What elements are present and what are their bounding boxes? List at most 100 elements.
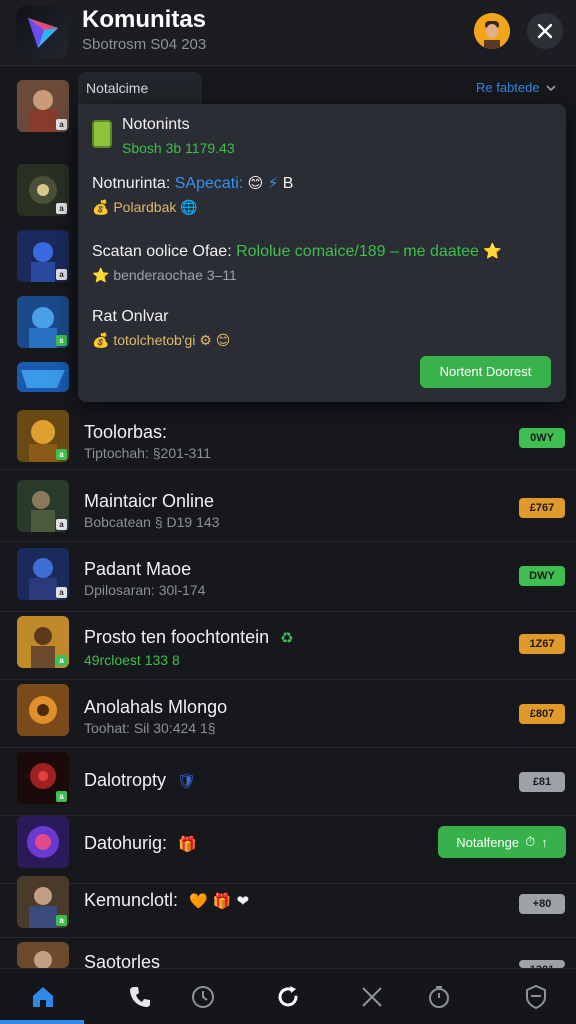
list-thumb <box>17 942 69 968</box>
home-icon <box>33 987 53 1007</box>
timer-icon <box>429 986 449 1008</box>
list-thumb: a <box>17 616 69 668</box>
list-thumb: a <box>17 752 69 804</box>
status-pill[interactable]: 0WY <box>519 428 565 448</box>
row-sub: 49rcloest 133 8 <box>84 652 180 668</box>
popup-item-sub: Sbosh 3b 1179.43 <box>122 140 235 156</box>
smile-icon: 😊 <box>215 332 231 348</box>
bolt-icon: ⚡ <box>267 175 279 192</box>
smile-icon: 😊 <box>247 175 264 192</box>
star-small-icon: ⭐ <box>92 267 110 283</box>
heart-orange-icon: 🧡 <box>189 893 208 911</box>
list-item[interactable]: Anolahals Mlongo Toohat: Sil 30:424 1§ £… <box>0 680 576 748</box>
row-title: Datohurig: 🎁 <box>84 833 197 854</box>
row-sub: Toohat: Sil 30:424 1§ <box>84 720 216 736</box>
list-thumb: a <box>17 80 69 132</box>
nav-clock[interactable] <box>189 983 217 1011</box>
row-title: Prosto ten foochtontein ♻ <box>84 627 294 648</box>
nav-phone[interactable] <box>126 983 154 1011</box>
sort-label: Re fabtede <box>476 80 540 95</box>
row-title: Maintaicr Online <box>84 491 215 511</box>
app-title: Komunitas <box>82 6 207 33</box>
phone-icon <box>130 987 150 1007</box>
status-pill[interactable]: 1301 <box>519 960 565 968</box>
status-pill[interactable]: £767 <box>519 498 565 518</box>
list-thumb: a <box>17 164 69 216</box>
nav-shield[interactable] <box>522 983 550 1011</box>
close-icon <box>537 23 553 39</box>
wallet-icon: 💰 <box>92 199 110 215</box>
shield-badge-icon: 🛡 <box>177 773 197 791</box>
sort-dropdown[interactable]: Re fabtede <box>476 80 556 95</box>
chest-icon: 🎁 <box>212 893 232 910</box>
list-item[interactable]: a Dalotropty 🛡 £81 <box>0 748 576 816</box>
popup-item-title: Notonints <box>122 116 190 133</box>
list-thumb: a <box>17 230 69 282</box>
status-pill[interactable]: £81 <box>519 772 565 792</box>
popup-item-title: Rat Onlvar <box>92 308 169 325</box>
user-avatar[interactable] <box>474 13 510 49</box>
status-pill[interactable]: £807 <box>519 704 565 724</box>
nav-home[interactable] <box>29 983 57 1011</box>
list-item[interactable]: Saotorles 1301 <box>0 936 576 972</box>
coin-icon: 💰 <box>92 332 110 348</box>
x-icon <box>362 987 382 1007</box>
action-button[interactable]: Notalfenge ⏱ ↑ <box>438 826 566 858</box>
list-item[interactable]: a Padant Maoe Dpilosaran: 30l-174 DWY <box>0 544 576 612</box>
status-pill[interactable]: DWY <box>519 566 565 586</box>
list-thumb: a <box>17 876 69 928</box>
popup-item-sub: 💰 totolchetob'gi ⚙ 😊 <box>92 332 231 348</box>
row-title: Dalotropty 🛡 <box>84 770 197 791</box>
gear-icon: ⚙ <box>199 332 212 348</box>
nav-close[interactable] <box>358 983 386 1011</box>
popup-item-title: Notnurinta: SApecati: 😊 ⚡ B <box>92 175 294 192</box>
row-sub: Bobcatean § D19 143 <box>84 514 220 530</box>
list-thumb: a <box>17 548 69 600</box>
refresh-icon <box>278 986 298 1007</box>
list-thumb: a <box>17 410 69 462</box>
app-subtitle: Sbotrosm S04 203 <box>82 36 207 53</box>
row-sub: Tiptochah: §201-311 <box>84 445 211 461</box>
row-title: Toolorbas: <box>84 422 168 442</box>
popup-item[interactable]: Rat Onlvar 💰 totolchetob'gi ⚙ 😊 <box>92 308 230 349</box>
recycle-icon: ♻ <box>280 630 294 648</box>
clock-icon <box>192 986 214 1008</box>
arrow-up-icon: ↑ <box>541 834 548 850</box>
row-title: Kemunclotl: 🧡 🎁 ❤ <box>84 890 250 911</box>
popup-item-sub: ⭐ benderaochae 3–11 <box>92 267 237 283</box>
popup-item-sub: 💰 Polardbak 🌐 <box>92 199 198 215</box>
row-sub: Dpilosaran: 30l-174 <box>84 582 206 598</box>
list-item[interactable]: a Kemunclotl: 🧡 🎁 ❤ +80 <box>0 870 576 938</box>
shield-icon <box>526 984 546 1010</box>
popup-action-button[interactable]: Nortent Doorest <box>420 356 551 388</box>
popup-item[interactable]: Notnurinta: SApecati: 😊 ⚡ B 💰 Polardbak … <box>92 174 293 216</box>
list-thumb <box>17 684 69 736</box>
bottom-nav <box>0 968 576 1024</box>
list-item[interactable]: a Toolorbas: Tiptochah: §201-311 0WY <box>0 402 576 470</box>
heart-red-icon: ❤ <box>236 893 250 910</box>
nav-active-indicator <box>0 1020 84 1024</box>
popup-item[interactable]: Notonints Sbosh 3b 1179.43 <box>122 116 235 156</box>
star-icon: ⭐ <box>483 243 503 260</box>
filter-chip[interactable]: Notalcime <box>78 72 202 104</box>
popup-item-title: Scatan oolice Ofae: Rololue comaice/189 … <box>92 243 503 260</box>
list-thumb <box>17 816 69 868</box>
list-item[interactable]: a Maintaicr Online Bobcatean § D19 143 £… <box>0 474 576 542</box>
nav-timer[interactable] <box>425 983 453 1011</box>
chevron-down-icon <box>546 84 556 91</box>
globe-icon: 🌐 <box>180 199 198 215</box>
app-logo[interactable] <box>16 6 68 58</box>
nav-refresh[interactable] <box>274 983 302 1011</box>
popup-item[interactable]: Scatan oolice Ofae: Rololue comaice/189 … <box>92 242 502 284</box>
list-thumb: s <box>17 296 69 348</box>
row-title: Padant Maoe <box>84 559 192 579</box>
list-thumb <box>17 362 69 392</box>
row-title: Anolahals Mlongo <box>84 697 228 717</box>
item-icon <box>92 120 112 148</box>
list-item[interactable]: a Prosto ten foochtontein ♻ 49rcloest 13… <box>0 612 576 680</box>
close-button[interactable] <box>527 13 563 49</box>
clock-icon: ⏱ <box>525 834 536 849</box>
status-pill[interactable]: +80 <box>519 894 565 914</box>
gift-icon: 🎁 <box>178 836 197 854</box>
status-pill[interactable]: 1Z67 <box>519 634 565 654</box>
